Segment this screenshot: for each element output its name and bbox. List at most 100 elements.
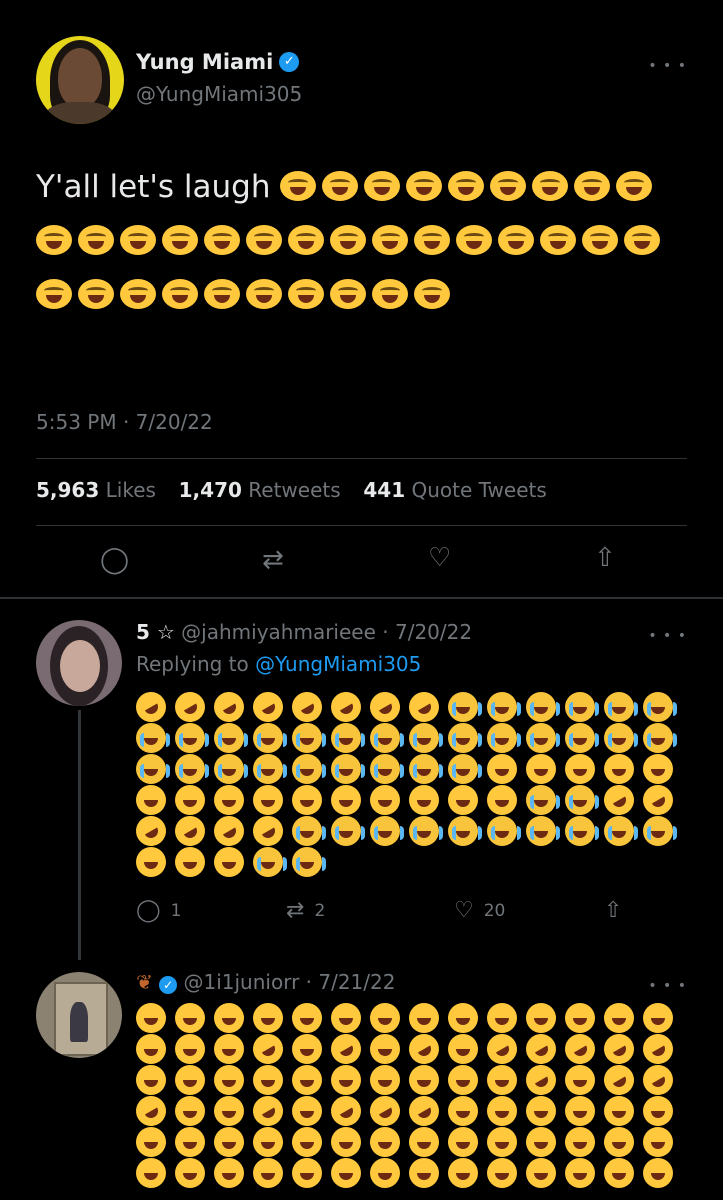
sob-emoji-icon xyxy=(526,816,560,846)
joy-emoji-icon xyxy=(448,1065,478,1095)
tweet-actions: ◯ ⇄ ♡ ⇧ xyxy=(0,535,723,595)
joy-emoji-icon xyxy=(292,1003,322,1033)
quote-tweets-count[interactable]: 441 xyxy=(363,478,405,502)
verified-badge-icon: ✓ xyxy=(279,52,300,72)
joy-emoji-icon xyxy=(214,1158,244,1188)
reply-header: 5 ☆ @jahmiyahmarieee · 7/20/22 xyxy=(136,620,472,644)
reply-handle[interactable]: @1i1juniorr xyxy=(183,970,299,994)
joy-emoji-icon xyxy=(175,1003,205,1033)
joy-emoji-icon xyxy=(487,1003,517,1033)
sob-emoji-icon xyxy=(409,754,443,784)
joy-emoji-icon xyxy=(448,171,485,201)
likes-count[interactable]: 5,963 xyxy=(36,478,99,502)
reply-action-reply[interactable]: ◯ 1 xyxy=(136,898,181,923)
joy-emoji-icon xyxy=(372,279,408,309)
rofl-emoji-icon xyxy=(403,686,445,728)
section-divider xyxy=(0,597,723,599)
joy-emoji-icon xyxy=(162,225,198,255)
retweets-count[interactable]: 1,470 xyxy=(179,478,242,502)
rofl-emoji-icon xyxy=(247,810,289,852)
reply-header: ❦ ✓ @1i1juniorr · 7/21/22 xyxy=(136,970,395,994)
joy-emoji-icon xyxy=(643,1158,673,1188)
reply-display-name[interactable]: 5 ☆ xyxy=(136,620,175,644)
joy-emoji-icon xyxy=(526,1158,556,1188)
joy-emoji-icon xyxy=(372,225,408,255)
reply-action-like[interactable]: ♡ 20 xyxy=(454,898,505,923)
sob-emoji-icon xyxy=(604,723,638,753)
more-options-icon[interactable]: • • • xyxy=(648,58,687,74)
rofl-emoji-icon xyxy=(208,810,250,852)
reply-action-retweet[interactable]: ⇄ 2 xyxy=(286,898,325,923)
more-options-icon[interactable]: • • • xyxy=(648,628,687,644)
joy-emoji-icon xyxy=(214,1034,244,1064)
share-icon[interactable]: ⇧ xyxy=(594,543,616,573)
tweet-text: Y'all let's laugh xyxy=(36,160,686,322)
reply-avatar[interactable] xyxy=(36,620,122,706)
joy-emoji-icon xyxy=(565,1065,595,1095)
joy-emoji-icon xyxy=(487,754,517,784)
joy-emoji-icon xyxy=(214,1003,244,1033)
joy-emoji-icon xyxy=(604,1096,634,1126)
rofl-emoji-icon xyxy=(364,686,406,728)
joy-emoji-icon xyxy=(370,1065,400,1095)
display-name[interactable]: Yung Miami ✓ xyxy=(136,50,300,74)
reply-avatar[interactable] xyxy=(36,972,122,1058)
reply-date[interactable]: · 7/20/22 xyxy=(382,620,472,644)
divider xyxy=(36,525,687,526)
joy-emoji-icon xyxy=(574,171,611,201)
like-icon[interactable]: ♡ xyxy=(428,543,451,573)
retweet-icon[interactable]: ⇄ xyxy=(262,545,284,575)
joy-emoji-icon xyxy=(448,1003,478,1033)
avatar-person xyxy=(70,1002,88,1042)
joy-emoji-icon xyxy=(253,1065,283,1095)
sob-emoji-icon xyxy=(565,816,599,846)
reply-handle[interactable]: @jahmiyahmarieee xyxy=(181,620,376,644)
joy-emoji-icon xyxy=(565,1096,595,1126)
joy-emoji-icon xyxy=(214,1127,244,1157)
joy-emoji-icon xyxy=(331,1127,361,1157)
divider xyxy=(36,458,687,459)
joy-emoji-icon xyxy=(246,279,282,309)
rofl-emoji-icon xyxy=(637,1059,679,1101)
joy-emoji-icon xyxy=(292,785,322,815)
joy-emoji-icon xyxy=(448,1096,478,1126)
joy-emoji-icon xyxy=(604,754,634,784)
reply-emoji-grid xyxy=(130,686,679,877)
joy-emoji-icon xyxy=(204,279,240,309)
replying-mention[interactable]: @YungMiami305 xyxy=(255,652,421,676)
reply-icon[interactable]: ◯ xyxy=(100,545,129,575)
quote-tweets-label[interactable]: Quote Tweets xyxy=(411,478,546,502)
like-count: 20 xyxy=(483,900,506,921)
rofl-emoji-icon xyxy=(403,1028,445,1070)
sob-emoji-icon xyxy=(643,723,677,753)
retweets-label[interactable]: Retweets xyxy=(248,478,340,502)
avatar[interactable] xyxy=(36,36,124,124)
rofl-emoji-icon xyxy=(520,1028,562,1070)
sob-emoji-icon xyxy=(448,692,482,722)
sob-emoji-icon xyxy=(136,723,170,753)
joy-emoji-icon xyxy=(406,171,443,201)
tweet-timestamp[interactable]: 5:53 PM · 7/20/22 xyxy=(36,410,213,434)
joy-emoji-icon xyxy=(175,1065,205,1095)
joy-emoji-icon xyxy=(643,754,673,784)
sob-emoji-icon xyxy=(409,816,443,846)
rofl-emoji-icon xyxy=(169,686,211,728)
reply-action-share[interactable]: ⇧ xyxy=(604,898,622,923)
display-name-text[interactable]: Yung Miami xyxy=(136,50,273,74)
more-options-icon[interactable]: • • • xyxy=(648,978,687,994)
joy-emoji-icon xyxy=(604,1158,634,1188)
likes-label[interactable]: Likes xyxy=(106,478,156,502)
joy-emoji-icon xyxy=(175,1096,205,1126)
sob-emoji-icon xyxy=(409,723,443,753)
reply-date[interactable]: · 7/21/22 xyxy=(306,970,396,994)
joy-emoji-icon xyxy=(214,847,244,877)
rofl-emoji-icon xyxy=(598,779,640,821)
joy-emoji-icon xyxy=(331,1003,361,1033)
user-handle[interactable]: @YungMiami305 xyxy=(136,82,302,106)
joy-emoji-icon xyxy=(604,1127,634,1157)
main-tweet[interactable]: Yung Miami ✓ @YungMiami305 • • • Y'all l… xyxy=(0,0,723,598)
sob-emoji-icon xyxy=(604,692,638,722)
joy-emoji-icon xyxy=(120,225,156,255)
joy-emoji-icon xyxy=(370,1003,400,1033)
joy-emoji-icon xyxy=(331,785,361,815)
